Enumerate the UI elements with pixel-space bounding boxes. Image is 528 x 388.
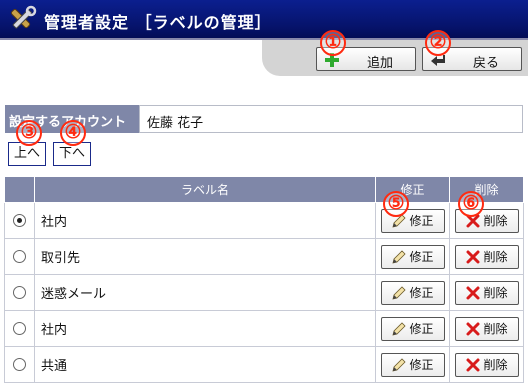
delete-x-icon (466, 250, 480, 263)
delete-button[interactable]: 削除 (454, 244, 519, 269)
callout-5: ⑤ (383, 191, 409, 217)
delete-button-label: 削除 (483, 214, 508, 228)
pencil-icon (392, 357, 407, 372)
radio-cell (4, 274, 35, 311)
delete-x-icon (466, 322, 480, 335)
delete-button[interactable]: 削除 (454, 352, 519, 377)
edit-button[interactable]: 修正 (380, 280, 445, 305)
callout-1: ① (320, 30, 346, 56)
radio-cell (4, 202, 35, 239)
edit-button-label: 修正 (409, 286, 434, 300)
edit-button[interactable]: 修正 (380, 244, 445, 269)
pencil-icon (392, 249, 407, 264)
delete-button-label: 削除 (483, 322, 508, 336)
delete-cell: 削除 (449, 346, 524, 383)
radio-column-header (4, 176, 35, 203)
edit-cell: 修正 (375, 274, 450, 311)
edit-button[interactable]: 修正 (380, 352, 445, 377)
callout-6: ⑥ (458, 191, 484, 217)
delete-x-icon (466, 358, 480, 371)
edit-button-label: 修正 (409, 358, 434, 372)
pencil-icon (392, 285, 407, 300)
label-name: 迷惑メール (34, 274, 376, 311)
edit-button-label: 修正 (409, 250, 434, 264)
callout-2: ② (425, 30, 451, 56)
delete-button-label: 削除 (483, 250, 508, 264)
header-bar: 管理者設定 ［ラベルの管理］ (0, 0, 528, 40)
label-name: 取引先 (34, 238, 376, 275)
label-name: 共通 (34, 346, 376, 383)
label-name: 社内 (34, 310, 376, 347)
page-title: 管理者設定 ［ラベルの管理］ (44, 13, 272, 32)
edit-cell: 修正 (375, 310, 450, 347)
delete-cell: 削除 (449, 274, 524, 311)
delete-cell: 削除 (449, 238, 524, 275)
row-radio[interactable] (13, 286, 26, 299)
row-radio[interactable] (13, 358, 26, 371)
delete-cell: 削除 (449, 310, 524, 347)
label-table: ラベル名 修正 削除 社内 修正 削除 取引先 修正 削除 迷惑メール 修正 削除 社内 修正 削除共… (4, 176, 524, 383)
radio-cell (4, 238, 35, 275)
callout-3: ③ (16, 120, 42, 146)
edit-button-label: 修正 (409, 214, 434, 228)
edit-cell: 修正 (375, 346, 450, 383)
account-value: 佐藤 花子 (139, 105, 523, 133)
delete-button[interactable]: 削除 (454, 316, 519, 341)
edit-button-label: 修正 (409, 322, 434, 336)
delete-button-label: 削除 (483, 286, 508, 300)
radio-cell (4, 310, 35, 347)
row-radio[interactable] (13, 250, 26, 263)
table-row: 共通 修正 削除 (4, 346, 524, 383)
table-row: 社内 修正 削除 (4, 202, 524, 239)
radio-cell (4, 346, 35, 383)
table-header-row: ラベル名 修正 削除 (4, 176, 524, 203)
pencil-icon (392, 321, 407, 336)
label-list: 社内 修正 削除 取引先 修正 削除 迷惑メール 修正 削除 社内 修正 削除 共通 修正 削除 (4, 202, 524, 383)
name-column-header: ラベル名 (34, 176, 376, 203)
label-name: 社内 (34, 202, 376, 239)
delete-x-icon (466, 286, 480, 299)
edit-cell: 修正 (375, 238, 450, 275)
row-radio[interactable] (13, 322, 26, 335)
table-row: 取引先 修正 削除 (4, 238, 524, 275)
callout-4: ④ (60, 120, 86, 146)
delete-button[interactable]: 削除 (454, 280, 519, 305)
table-row: 社内 修正 削除 (4, 310, 524, 347)
table-row: 迷惑メール 修正 削除 (4, 274, 524, 311)
edit-button[interactable]: 修正 (380, 316, 445, 341)
delete-button-label: 削除 (483, 358, 508, 372)
row-radio[interactable] (13, 214, 26, 227)
tools-icon (11, 5, 37, 29)
